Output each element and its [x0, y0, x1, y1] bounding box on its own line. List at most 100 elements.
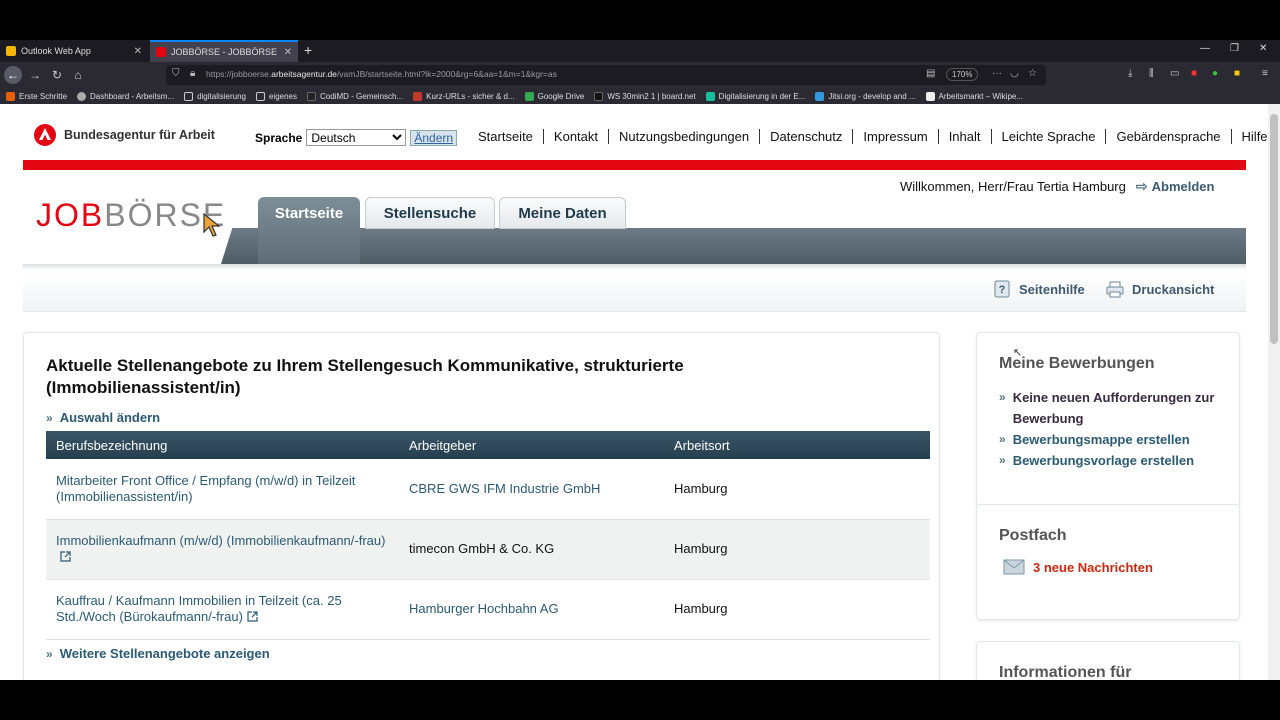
page-content: Bundesagentur für Arbeit Sprache Deutsch…: [0, 104, 1280, 680]
mouse-cursor-icon: ↖: [1013, 347, 1023, 359]
address-bar[interactable]: ⛉ 🔒︎ https://jobboerse.arbeitsagentur.de…: [166, 65, 1046, 85]
print-view-link[interactable]: Druckansicht: [1106, 280, 1214, 298]
browser-tab-jobboerse[interactable]: JOBBÖRSE - JOBBÖRSE der Bu ✕: [150, 40, 298, 62]
tab-meine-daten[interactable]: Meine Daten: [499, 197, 626, 229]
shield-icon[interactable]: ⛉: [172, 68, 180, 79]
tab-startseite[interactable]: Startseite: [258, 197, 360, 264]
job-offers-table: Berufsbezeichnung Arbeitgeber Arbeitsort…: [46, 431, 930, 640]
welcome-text: Willkommen, Herr/Frau Tertia Hamburg: [900, 179, 1126, 194]
back-icon[interactable]: ←: [4, 66, 22, 84]
minimize-icon[interactable]: —: [1200, 43, 1210, 54]
bookmark-folder[interactable]: eigenes: [255, 91, 297, 101]
tab-stellensuche[interactable]: Stellensuche: [365, 197, 495, 229]
job-location: Hamburg: [664, 579, 930, 640]
bookmark-item[interactable]: WS 30min2 1 | board.net: [594, 91, 696, 101]
bookmark-icon: [594, 91, 604, 101]
bookmark-item[interactable]: CodiMD - Gemeinsch...: [307, 91, 403, 101]
nav-link-leichte-sprache[interactable]: Leichte Sprache: [990, 129, 1106, 144]
column-header-location: Arbeitsort: [664, 431, 930, 459]
logout-link[interactable]: ⇨ Abmelden: [1136, 178, 1215, 195]
close-tab-icon[interactable]: ✕: [134, 46, 142, 57]
bookmark-item[interactable]: Kurz-URLs - sicher & d...: [413, 91, 515, 101]
nav-link-startseite[interactable]: Startseite: [468, 129, 543, 144]
job-title-link[interactable]: Mitarbeiter Front Office / Empfang (m/w/…: [46, 459, 399, 520]
bookmark-item[interactable]: Google Drive: [524, 91, 584, 101]
job-location: Hamburg: [664, 519, 930, 580]
downloads-icon[interactable]: ⤓: [1128, 68, 1132, 79]
top-navigation: Startseite Kontakt Nutzungsbedingungen D…: [468, 129, 1278, 144]
page-actions-icon[interactable]: ···: [992, 68, 1002, 79]
jobboerse-logo[interactable]: JOBBÖRSE: [36, 197, 226, 234]
extension-icon[interactable]: ●: [1212, 68, 1218, 79]
applications-links: » Keine neuen Aufforderungen zur Bewerbun…: [999, 387, 1235, 471]
no-new-requests-link[interactable]: » Keine neuen Aufforderungen zur Bewerbun…: [999, 387, 1235, 429]
more-offers-link[interactable]: » Weitere Stellenangebote anzeigen: [46, 646, 270, 661]
employer-link[interactable]: CBRE GWS IFM Industrie GmbH: [399, 459, 664, 520]
forward-icon[interactable]: →: [26, 66, 44, 84]
bookmark-star-icon[interactable]: ☆: [1028, 68, 1037, 79]
lock-icon[interactable]: 🔒︎: [190, 68, 195, 79]
nav-link-datenschutz[interactable]: Datenschutz: [759, 129, 852, 144]
nav-link-gebaerdensprache[interactable]: Gebärdensprache: [1105, 129, 1230, 144]
browser-tab-outlook[interactable]: Outlook Web App ✕: [0, 40, 148, 62]
library-icon[interactable]: ⫼: [1149, 68, 1154, 79]
reader-view-icon[interactable]: ▤: [926, 68, 935, 79]
bookmark-icon: [705, 91, 715, 101]
bookmark-item[interactable]: Dashboard - Arbeitsm...: [77, 91, 174, 101]
column-header-employer: Arbeitgeber: [399, 431, 664, 459]
scrollbar-thumb[interactable]: [1270, 114, 1278, 344]
url-text: https://jobboerse.arbeitsagentur.de/vamJ…: [206, 69, 557, 79]
bookmark-folder[interactable]: digitalisierung: [184, 91, 246, 101]
tab-title: Outlook Web App: [21, 46, 91, 56]
double-chevron-icon: »: [999, 390, 1006, 404]
nav-link-impressum[interactable]: Impressum: [852, 129, 937, 144]
nav-link-kontakt[interactable]: Kontakt: [542, 129, 608, 144]
change-language-button[interactable]: Ändern: [410, 129, 458, 146]
menu-icon[interactable]: ≡: [1262, 68, 1268, 79]
letterbox-bottom: [0, 680, 1280, 720]
svg-text:?: ?: [999, 284, 1006, 296]
information-title: Informationen für: [999, 664, 1132, 680]
printer-icon: [1106, 281, 1124, 298]
language-select[interactable]: Deutsch: [306, 129, 407, 146]
welcome-area: Willkommen, Herr/Frau Tertia Hamburg ⇨ Ab…: [900, 178, 1214, 195]
letterbox-top: [0, 0, 1280, 40]
employer-link[interactable]: Hamburger Hochbahn AG: [399, 579, 664, 640]
bookmark-icon: [307, 91, 317, 101]
table-row: Immobilienkaufmann (m/w/d) (Immobilienka…: [46, 519, 930, 580]
external-link-icon: [247, 611, 258, 622]
create-application-folder-link[interactable]: » Bewerbungsmappe erstellen: [999, 429, 1235, 450]
folder-icon: [184, 91, 194, 101]
close-tab-icon[interactable]: ✕: [284, 47, 292, 58]
new-tab-icon[interactable]: +: [304, 42, 312, 58]
new-messages-link[interactable]: 3 neue Nachrichten: [1003, 559, 1153, 575]
job-location: Hamburg: [664, 459, 930, 520]
job-title-link[interactable]: Kauffrau / Kaufmann Immobilien in Teilze…: [46, 579, 399, 640]
bookmarks-bar: Erste Schritte Dashboard - Arbeitsm... d…: [0, 88, 1280, 104]
extension-icon[interactable]: ■: [1234, 68, 1240, 79]
mailbox-title: Postfach: [999, 527, 1067, 544]
change-selection-link[interactable]: » Auswahl ändern: [46, 410, 160, 425]
restore-icon[interactable]: ❐: [1230, 43, 1239, 54]
close-window-icon[interactable]: ✕: [1259, 43, 1267, 54]
create-application-template-link[interactable]: » Bewerbungsvorlage erstellen: [999, 450, 1235, 471]
zoom-level[interactable]: 170%: [946, 68, 979, 81]
nav-link-inhalt[interactable]: Inhalt: [937, 129, 991, 144]
job-title-link[interactable]: Immobilienkaufmann (m/w/d) (Immobilienka…: [46, 519, 399, 580]
bookmark-item[interactable]: Digitalisierung in der E...: [705, 91, 805, 101]
sidebar-icon[interactable]: ▭: [1170, 68, 1179, 79]
reload-icon[interactable]: ↻: [48, 66, 66, 84]
column-header-title: Berufsbezeichnung: [46, 431, 399, 459]
nav-link-nutzungsbedingungen[interactable]: Nutzungsbedingungen: [608, 129, 759, 144]
bookmark-icon: [77, 91, 87, 101]
ba-logo[interactable]: Bundesagentur für Arbeit: [34, 124, 215, 146]
page-help-link[interactable]: ? Seitenhilfe: [993, 280, 1085, 298]
page-scrollbar[interactable]: [1268, 104, 1280, 680]
home-icon[interactable]: ⌂: [69, 66, 87, 84]
bookmark-item[interactable]: Erste Schritte: [6, 91, 67, 101]
extension-icon[interactable]: ■: [1191, 68, 1197, 79]
nav-link-hilfe[interactable]: Hilfe: [1230, 129, 1278, 144]
bookmark-item[interactable]: Arbeitsmarkt – Wikipe...: [925, 91, 1023, 101]
bookmark-item[interactable]: Jitsi.org - develop and ...: [815, 91, 916, 101]
pocket-icon[interactable]: ◡: [1010, 68, 1019, 79]
